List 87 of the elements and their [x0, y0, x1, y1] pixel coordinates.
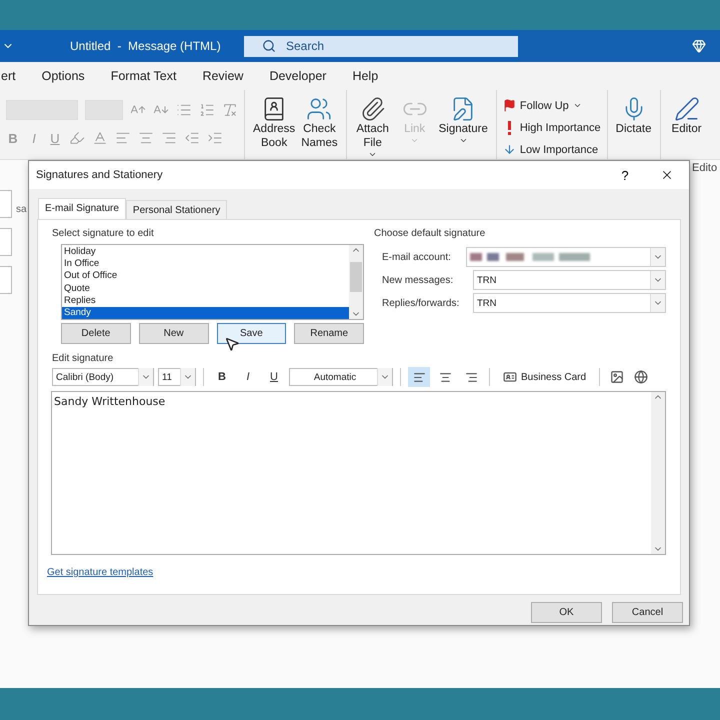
pen-icon — [674, 96, 700, 122]
section-label: Choose default signature — [374, 228, 486, 239]
tag-command[interactable]: Low Importance — [502, 140, 601, 159]
dialog-button[interactable]: Delete — [61, 323, 131, 344]
align-center-icon — [438, 370, 452, 384]
help-button[interactable]: ? — [605, 166, 645, 184]
align-right-icon[interactable] — [161, 130, 177, 146]
editor-button[interactable]: Editor — [666, 92, 707, 136]
arrow-down-icon — [502, 143, 516, 156]
group-label: Edito — [692, 162, 718, 174]
paperclip-icon — [360, 96, 386, 122]
dialog-title: Signatures and Stationery — [36, 169, 164, 181]
scrollbar[interactable] — [651, 392, 665, 554]
menu-tab[interactable]: ert — [1, 69, 29, 83]
numbering-icon[interactable] — [199, 102, 215, 118]
templates-link[interactable]: Get signature templates — [47, 567, 154, 578]
caret-icon — [410, 136, 420, 145]
mouse-pointer-icon — [224, 336, 240, 352]
business-card-button[interactable]: Business Card — [497, 369, 592, 385]
menu-tab[interactable]: Help — [339, 69, 392, 83]
signature-text: Sandy Writtenhouse — [54, 395, 166, 408]
scrollbar[interactable] — [349, 245, 363, 319]
caret-icon — [572, 101, 582, 110]
menu-tab[interactable]: Review — [189, 69, 256, 83]
new-messages-dropdown[interactable]: TRN — [473, 270, 666, 290]
section-label: Edit signature — [52, 353, 114, 364]
card-icon — [503, 370, 517, 384]
signature-item[interactable]: Out of Office — [62, 270, 349, 283]
font-dropdown[interactable]: Calibri (Body) — [52, 368, 154, 386]
signature-item[interactable]: In Office — [62, 258, 349, 270]
menu-tab[interactable]: Developer — [256, 69, 340, 83]
align-right-icon — [464, 370, 478, 384]
signature-item[interactable]: Replies — [62, 294, 349, 307]
menu-tab[interactable]: Format Text — [98, 69, 190, 83]
format-button[interactable]: U — [263, 370, 285, 384]
field-text: sa — [16, 204, 27, 215]
close-icon — [660, 168, 674, 182]
search-field[interactable]: Search — [244, 36, 518, 56]
tag-command[interactable]: High Importance — [502, 118, 601, 137]
field-label: New messages: — [382, 274, 454, 286]
globe-icon — [634, 370, 648, 384]
section-label: Select signature to edit — [52, 228, 155, 239]
ribbon-command[interactable]: Check Names — [299, 92, 340, 150]
size-dropdown[interactable]: 11 — [158, 368, 196, 386]
dialog-button[interactable]: Save — [216, 323, 286, 344]
cancel-button[interactable]: Cancel — [612, 602, 683, 623]
signature-editor[interactable]: Sandy Writtenhouse — [51, 391, 666, 555]
align-left-icon[interactable] — [115, 130, 131, 146]
dialog-button[interactable]: Rename — [294, 323, 364, 344]
signature-item[interactable]: Sandy — [62, 306, 349, 320]
tag-command[interactable]: Follow Up — [502, 96, 601, 115]
dialog-tab[interactable]: Personal Stationery — [126, 200, 228, 219]
clear-format-icon[interactable] — [222, 102, 238, 118]
font-color-icon[interactable] — [92, 130, 108, 146]
dialog-button[interactable]: New — [138, 323, 208, 344]
color-dropdown[interactable]: Automatic — [289, 368, 393, 386]
caret-icon — [458, 136, 468, 145]
align-button[interactable] — [408, 367, 430, 387]
account-dropdown[interactable] — [466, 247, 666, 267]
menu-tab[interactable]: Options — [28, 69, 98, 83]
align-left-icon — [412, 370, 426, 384]
dialog-tab[interactable]: E-mail Signature — [38, 198, 126, 219]
ribbon-command[interactable]: Attach File — [352, 92, 393, 159]
picture-icon — [610, 370, 624, 384]
signature-item[interactable]: Holiday — [62, 246, 349, 258]
align-center-icon[interactable] — [138, 130, 154, 146]
field-label: Replies/forwards: — [382, 298, 460, 308]
ribbon-command[interactable]: Address Book — [251, 92, 298, 150]
format-button[interactable]: I — [237, 370, 259, 384]
replies-dropdown[interactable]: TRN — [473, 293, 666, 313]
indent-icon[interactable] — [207, 130, 223, 146]
ok-button[interactable]: OK — [531, 602, 602, 623]
signature-item[interactable]: Quote — [62, 282, 349, 295]
ribbon-command[interactable]: Signature — [436, 92, 490, 145]
compose-field[interactable] — [0, 190, 12, 218]
caret-icon — [368, 150, 378, 159]
compose-field[interactable] — [0, 228, 12, 256]
outdent-icon[interactable] — [184, 130, 200, 146]
flag-icon — [502, 99, 516, 112]
highlighter-icon[interactable] — [69, 130, 85, 146]
search-icon — [262, 39, 276, 53]
compose-field[interactable] — [0, 266, 12, 294]
window-title: Untitled - Message (HTML) — [70, 39, 222, 53]
format-button[interactable]: B — [211, 370, 233, 384]
dictate-button[interactable]: Dictate — [614, 92, 654, 136]
field-label: E-mail account: — [382, 252, 452, 262]
diamond-icon[interactable] — [692, 39, 706, 53]
